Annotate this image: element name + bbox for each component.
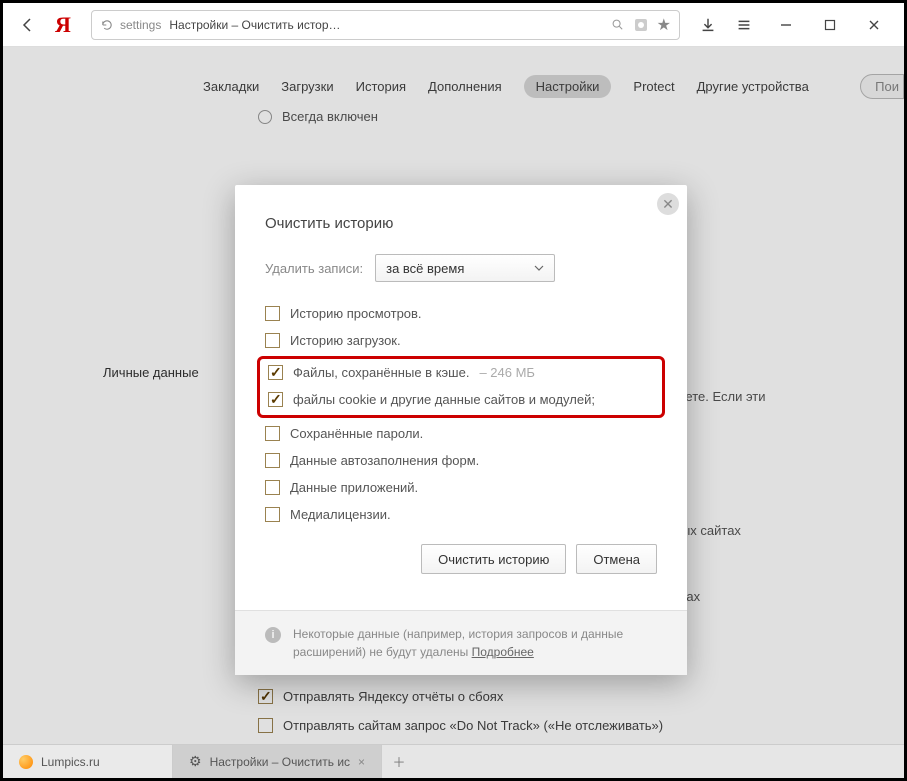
- item-cookies[interactable]: файлы cookie и другие данные сайтов и мо…: [268, 392, 654, 407]
- cancel-label: Отмена: [593, 552, 640, 567]
- back-button[interactable]: [11, 9, 43, 41]
- footer-more-link[interactable]: Подробнее: [472, 645, 534, 659]
- favicon-gear-icon: ⚙: [189, 753, 202, 770]
- time-range-select[interactable]: за всё время: [375, 254, 555, 282]
- tab-lumpics[interactable]: Lumpics.ru: [3, 745, 173, 778]
- checkbox-browsing-history[interactable]: [265, 306, 280, 321]
- new-tab-button[interactable]: ＋: [382, 745, 416, 778]
- clear-items-list: Историю просмотров. Историю загрузок. Фа…: [265, 306, 657, 522]
- dialog-buttons: Очистить историю Отмена: [265, 544, 657, 574]
- reload-icon: [100, 18, 114, 32]
- tab-lumpics-label: Lumpics.ru: [41, 755, 100, 769]
- info-icon: i: [265, 627, 281, 643]
- annotation-highlight: Файлы, сохранённые в кэше. – 246 МБ файл…: [257, 356, 665, 418]
- shield-icon[interactable]: [631, 17, 651, 33]
- label-saved-passwords: Сохранённые пароли.: [290, 426, 423, 441]
- clear-history-dialog: ✕ Очистить историю Удалить записи: за вс…: [235, 185, 687, 675]
- url-prefix: settings: [120, 18, 161, 32]
- dialog-footer: i Некоторые данные (например, история за…: [235, 610, 687, 675]
- tab-settings-label: Настройки – Очистить ис: [210, 755, 350, 769]
- bookmark-star-icon[interactable]: ★: [657, 15, 671, 35]
- downloads-button[interactable]: [692, 9, 724, 41]
- dialog-close-button[interactable]: ✕: [657, 193, 679, 215]
- item-browsing-history[interactable]: Историю просмотров.: [265, 306, 657, 321]
- checkbox-media-licenses[interactable]: [265, 507, 280, 522]
- label-cookies: файлы cookie и другие данные сайтов и мо…: [293, 392, 595, 407]
- browser-window: Я settings Настройки – Очистить истор… ★: [3, 3, 904, 778]
- item-cached-files[interactable]: Файлы, сохранённые в кэше. – 246 МБ: [268, 365, 654, 380]
- label-browsing-history: Историю просмотров.: [290, 306, 422, 321]
- clear-history-button[interactable]: Очистить историю: [421, 544, 566, 574]
- label-media-licenses: Медиалицензии.: [290, 507, 391, 522]
- checkbox-autofill[interactable]: [265, 453, 280, 468]
- tab-settings[interactable]: ⚙ Настройки – Очистить ис ×: [173, 745, 382, 778]
- item-saved-passwords[interactable]: Сохранённые пароли.: [265, 426, 657, 441]
- checkbox-cookies[interactable]: [268, 392, 283, 407]
- label-cached-files: Файлы, сохранённые в кэше.: [293, 365, 469, 380]
- address-bar[interactable]: settings Настройки – Очистить истор… ★: [91, 10, 680, 40]
- url-title: Настройки – Очистить истор…: [169, 18, 340, 32]
- search-icon[interactable]: [611, 18, 625, 32]
- cancel-button[interactable]: Отмена: [576, 544, 657, 574]
- time-range-value: за всё время: [386, 261, 464, 276]
- tab-strip: Lumpics.ru ⚙ Настройки – Очистить ис × ＋: [3, 744, 904, 778]
- label-autofill: Данные автозаполнения форм.: [290, 453, 479, 468]
- label-download-history: Историю загрузок.: [290, 333, 401, 348]
- checkbox-app-data[interactable]: [265, 480, 280, 495]
- minimize-button[interactable]: [764, 11, 808, 39]
- clear-history-label: Очистить историю: [438, 552, 549, 567]
- footer-text: Некоторые данные (например, история запр…: [293, 627, 623, 659]
- item-media-licenses[interactable]: Медиалицензии.: [265, 507, 657, 522]
- maximize-button[interactable]: [808, 11, 852, 39]
- tab-close-icon[interactable]: ×: [358, 755, 365, 769]
- item-autofill[interactable]: Данные автозаполнения форм.: [265, 453, 657, 468]
- item-download-history[interactable]: Историю загрузок.: [265, 333, 657, 348]
- yandex-logo-icon[interactable]: Я: [47, 9, 79, 41]
- time-range-label: Удалить записи:: [265, 261, 363, 276]
- checkbox-download-history[interactable]: [265, 333, 280, 348]
- checkbox-saved-passwords[interactable]: [265, 426, 280, 441]
- label-app-data: Данные приложений.: [290, 480, 418, 495]
- cached-files-size: – 246 МБ: [479, 365, 535, 380]
- page-content: Закладки Загрузки История Дополнения Нас…: [3, 47, 904, 744]
- chevron-down-icon: [534, 265, 544, 271]
- close-window-button[interactable]: [852, 11, 896, 39]
- window-controls: [764, 11, 896, 39]
- item-app-data[interactable]: Данные приложений.: [265, 480, 657, 495]
- browser-toolbar: Я settings Настройки – Очистить истор… ★: [3, 3, 904, 47]
- dialog-title: Очистить историю: [265, 215, 657, 232]
- time-range-row: Удалить записи: за всё время: [265, 254, 657, 282]
- checkbox-cached-files[interactable]: [268, 365, 283, 380]
- menu-button[interactable]: [728, 9, 760, 41]
- favicon-lumpics-icon: [19, 755, 33, 769]
